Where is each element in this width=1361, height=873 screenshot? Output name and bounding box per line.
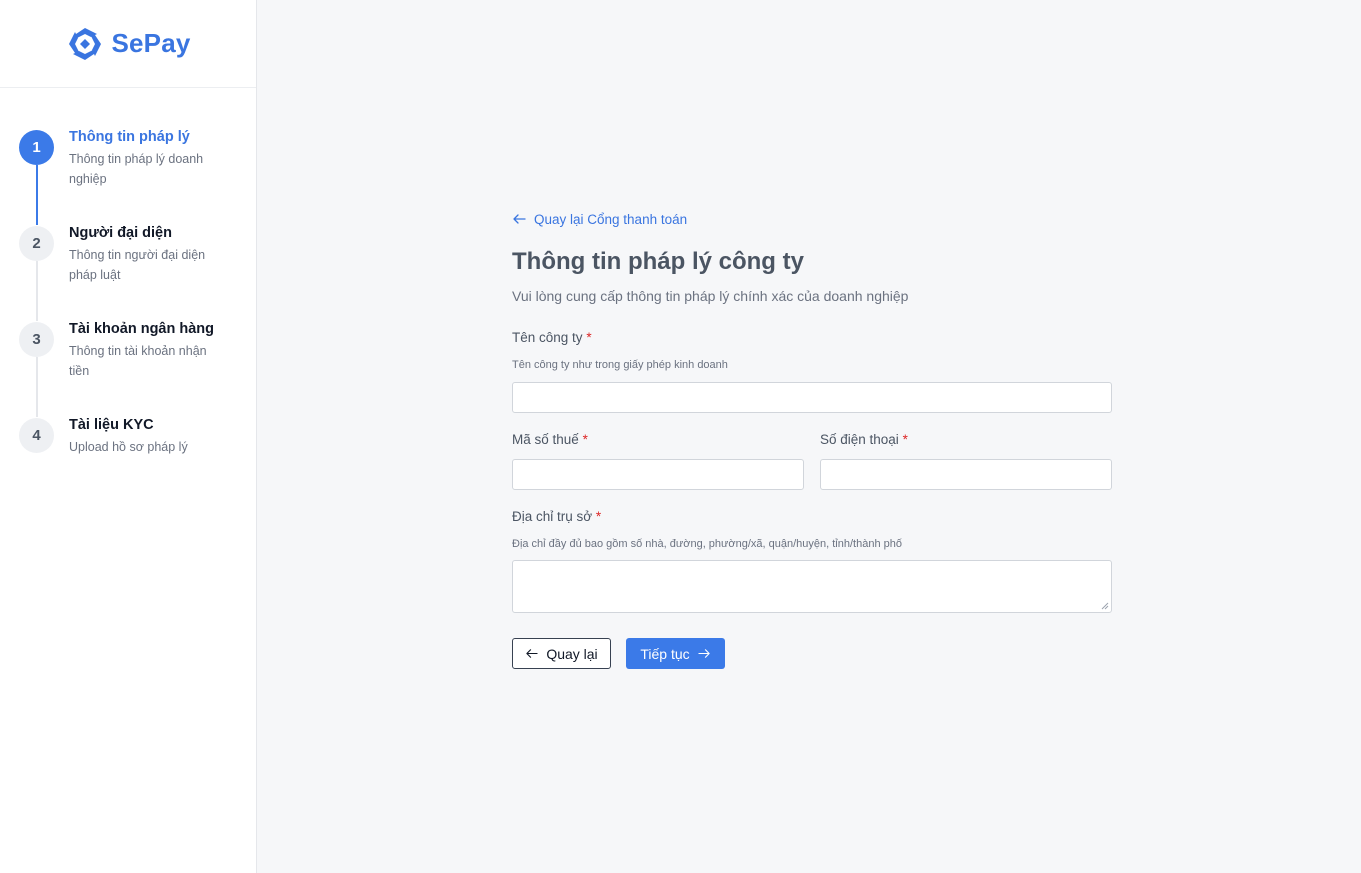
step-title: Tài khoản ngân hàng [69,321,215,337]
company-name-hint: Tên công ty như trong giấy phép kinh doa… [512,359,728,371]
back-link-label: Quay lại Cổng thanh toán [534,211,688,227]
step-description: Thông tin tài khoản nhận tiền [69,344,207,378]
arrow-left-icon [513,214,526,224]
step-description: Thông tin pháp lý doanh nghiệp [69,152,204,186]
required-marker: * [586,330,592,345]
phone-field: Số điện thoại * [820,431,1112,490]
step-connector [36,357,38,417]
arrow-right-icon [698,649,710,658]
required-marker: * [595,509,602,524]
step-connector [36,165,38,225]
sepay-logo-icon [69,27,102,60]
address-label: Địa chỉ trụ sở * [512,509,602,524]
address-textarea[interactable] [512,560,1112,613]
back-to-gateway-link[interactable]: Quay lại Cổng thanh toán [512,208,1112,230]
back-button[interactable]: Quay lại [512,638,611,669]
step-title: Tài liệu KYC [69,417,154,433]
page-title: Thông tin pháp lý công ty [512,248,804,275]
step-bank-account[interactable]: 3 Tài khoản ngân hàng Thông tin tài khoả… [0,320,256,417]
back-button-label: Quay lại [546,645,598,662]
step-number: 1 [19,130,54,165]
phone-input[interactable] [820,459,1112,490]
brand-logo[interactable]: SePay [0,0,256,88]
step-legal-info[interactable]: 1 Thông tin pháp lý Thông tin pháp lý do… [0,128,256,225]
step-connector [36,261,38,321]
phone-label: Số điện thoại * [820,432,908,447]
tax-code-field: Mã số thuế * [512,431,804,490]
page-subtitle: Vui lòng cung cấp thông tin pháp lý chín… [512,288,909,304]
required-marker: * [902,432,908,447]
stepper: 1 Thông tin pháp lý Thông tin pháp lý do… [0,88,256,512]
required-marker: * [582,432,588,447]
step-title: Người đại diện [69,225,172,241]
brand-name: SePay [111,28,191,58]
step-representative[interactable]: 2 Người đại diện Thông tin người đại diệ… [0,224,256,321]
resize-grip-icon[interactable] [1101,602,1109,610]
arrow-left-icon [526,649,538,658]
step-description: Upload hồ sơ pháp lý [69,440,188,454]
company-name-field: Tên công ty * Tên công ty như trong giấy… [512,329,1112,413]
step-description: Thông tin người đại diện pháp luật [69,248,206,282]
address-hint: Địa chỉ đầy đủ bao gồm số nhà, đường, ph… [512,538,902,550]
step-number: 3 [19,322,54,357]
tax-code-input[interactable] [512,459,804,490]
step-number: 2 [19,226,54,261]
tax-code-label: Mã số thuế * [512,432,588,447]
step-title: Thông tin pháp lý [69,129,190,145]
continue-button[interactable]: Tiếp tục [626,638,725,669]
step-kyc-documents[interactable]: 4 Tài liệu KYC Upload hồ sơ pháp lý [0,416,256,512]
sidebar: SePay 1 Thông tin pháp lý Thông tin pháp… [0,0,257,873]
continue-button-label: Tiếp tục [640,645,690,662]
step-number: 4 [19,418,54,453]
company-name-input[interactable] [512,382,1112,413]
main-content: Quay lại Cổng thanh toán Thông tin pháp … [512,208,1112,669]
company-name-label: Tên công ty * [512,330,592,345]
address-field: Địa chỉ trụ sở * Địa chỉ đầy đủ bao gồm … [512,508,1112,613]
